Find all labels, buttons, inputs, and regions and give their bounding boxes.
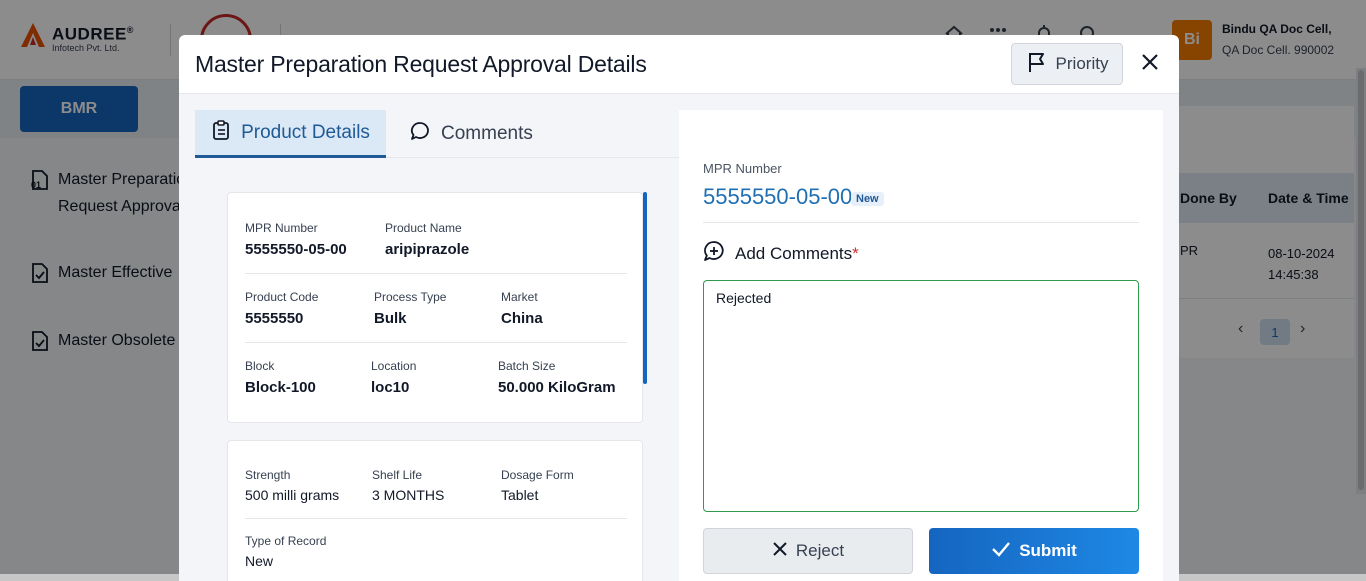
modal-body: Product Details Comments MPR Number 5555…	[179, 94, 1179, 581]
required-indicator: *	[852, 243, 859, 263]
market-value: China	[501, 310, 543, 327]
shelf-life-label: Shelf Life	[372, 468, 423, 482]
comments-textarea[interactable]: Rejected	[703, 280, 1139, 512]
product-code-value: 5555550	[245, 310, 304, 327]
reject-label: Reject	[795, 541, 845, 560]
clipboard-icon	[211, 119, 231, 147]
type-of-record-label: Type of Record	[245, 534, 327, 548]
batch-size-label: Batch Size	[498, 359, 556, 373]
tab-label: Product Details	[241, 121, 370, 143]
close-icon	[1141, 53, 1159, 76]
checkmark-icon	[991, 541, 1011, 562]
approval-details-modal: Master Preparation Request Approval Deta…	[179, 35, 1179, 581]
tab-comments[interactable]: Comments	[409, 110, 533, 158]
product-details-card: MPR Number 5555550-05-00 Product Name ar…	[227, 192, 643, 423]
flag-icon	[1026, 51, 1048, 78]
add-comments-label: Add Comments	[735, 243, 853, 263]
strength-label: Strength	[245, 468, 291, 482]
batch-size-value: 50.000 KiloGram	[498, 379, 616, 396]
product-name-label: Product Name	[385, 221, 462, 235]
block-value: Block-100	[245, 379, 316, 396]
product-name-value: aripiprazole	[385, 241, 470, 258]
process-type-value: Bulk	[374, 310, 407, 327]
add-comments-heading: Add Comments*	[703, 240, 859, 267]
close-icon	[772, 541, 788, 562]
type-of-record-value: New	[245, 553, 274, 569]
row-divider	[245, 342, 627, 343]
form-mpr-number-value: 5555550-05-00	[703, 184, 853, 209]
details-tabs: Product Details Comments	[195, 110, 679, 158]
location-value: loc10	[371, 379, 410, 396]
submit-button[interactable]: Submit	[929, 528, 1139, 574]
strength-value: 500 milli grams	[245, 487, 340, 503]
priority-label: Priority	[1055, 54, 1109, 73]
dosage-form-value: Tablet	[501, 487, 539, 503]
tab-label: Comments	[441, 123, 533, 144]
details-scrollbar[interactable]	[643, 192, 647, 384]
modal-title: Master Preparation Request Approval Deta…	[195, 51, 647, 77]
block-label: Block	[245, 359, 275, 373]
submit-label: Submit	[1019, 541, 1077, 560]
tab-product-details[interactable]: Product Details	[195, 110, 386, 158]
mpr-number-label: MPR Number	[245, 221, 318, 235]
priority-button[interactable]: Priority	[1011, 43, 1123, 85]
dosage-form-label: Dosage Form	[501, 468, 574, 482]
mpr-number-value: 5555550-05-00	[245, 241, 347, 258]
process-type-label: Process Type	[374, 290, 447, 304]
market-label: Market	[501, 290, 538, 304]
status-badge: New	[851, 192, 884, 206]
location-label: Location	[371, 359, 417, 373]
add-comment-icon	[703, 240, 725, 267]
chat-bubble-icon	[409, 120, 431, 148]
product-code-label: Product Code	[245, 290, 319, 304]
form-mpr-number-label: MPR Number	[703, 161, 782, 176]
shelf-life-value: 3 MONTHS	[372, 487, 445, 503]
product-specs-card: Strength 500 milli grams Shelf Life 3 MO…	[227, 440, 643, 581]
reject-button[interactable]: Reject	[703, 528, 913, 574]
close-button[interactable]	[1137, 51, 1163, 77]
row-divider	[245, 273, 627, 274]
form-divider	[703, 222, 1139, 223]
row-divider	[245, 518, 627, 519]
approval-form-panel: MPR Number 5555550-05-00 New Add Comment…	[679, 110, 1163, 581]
